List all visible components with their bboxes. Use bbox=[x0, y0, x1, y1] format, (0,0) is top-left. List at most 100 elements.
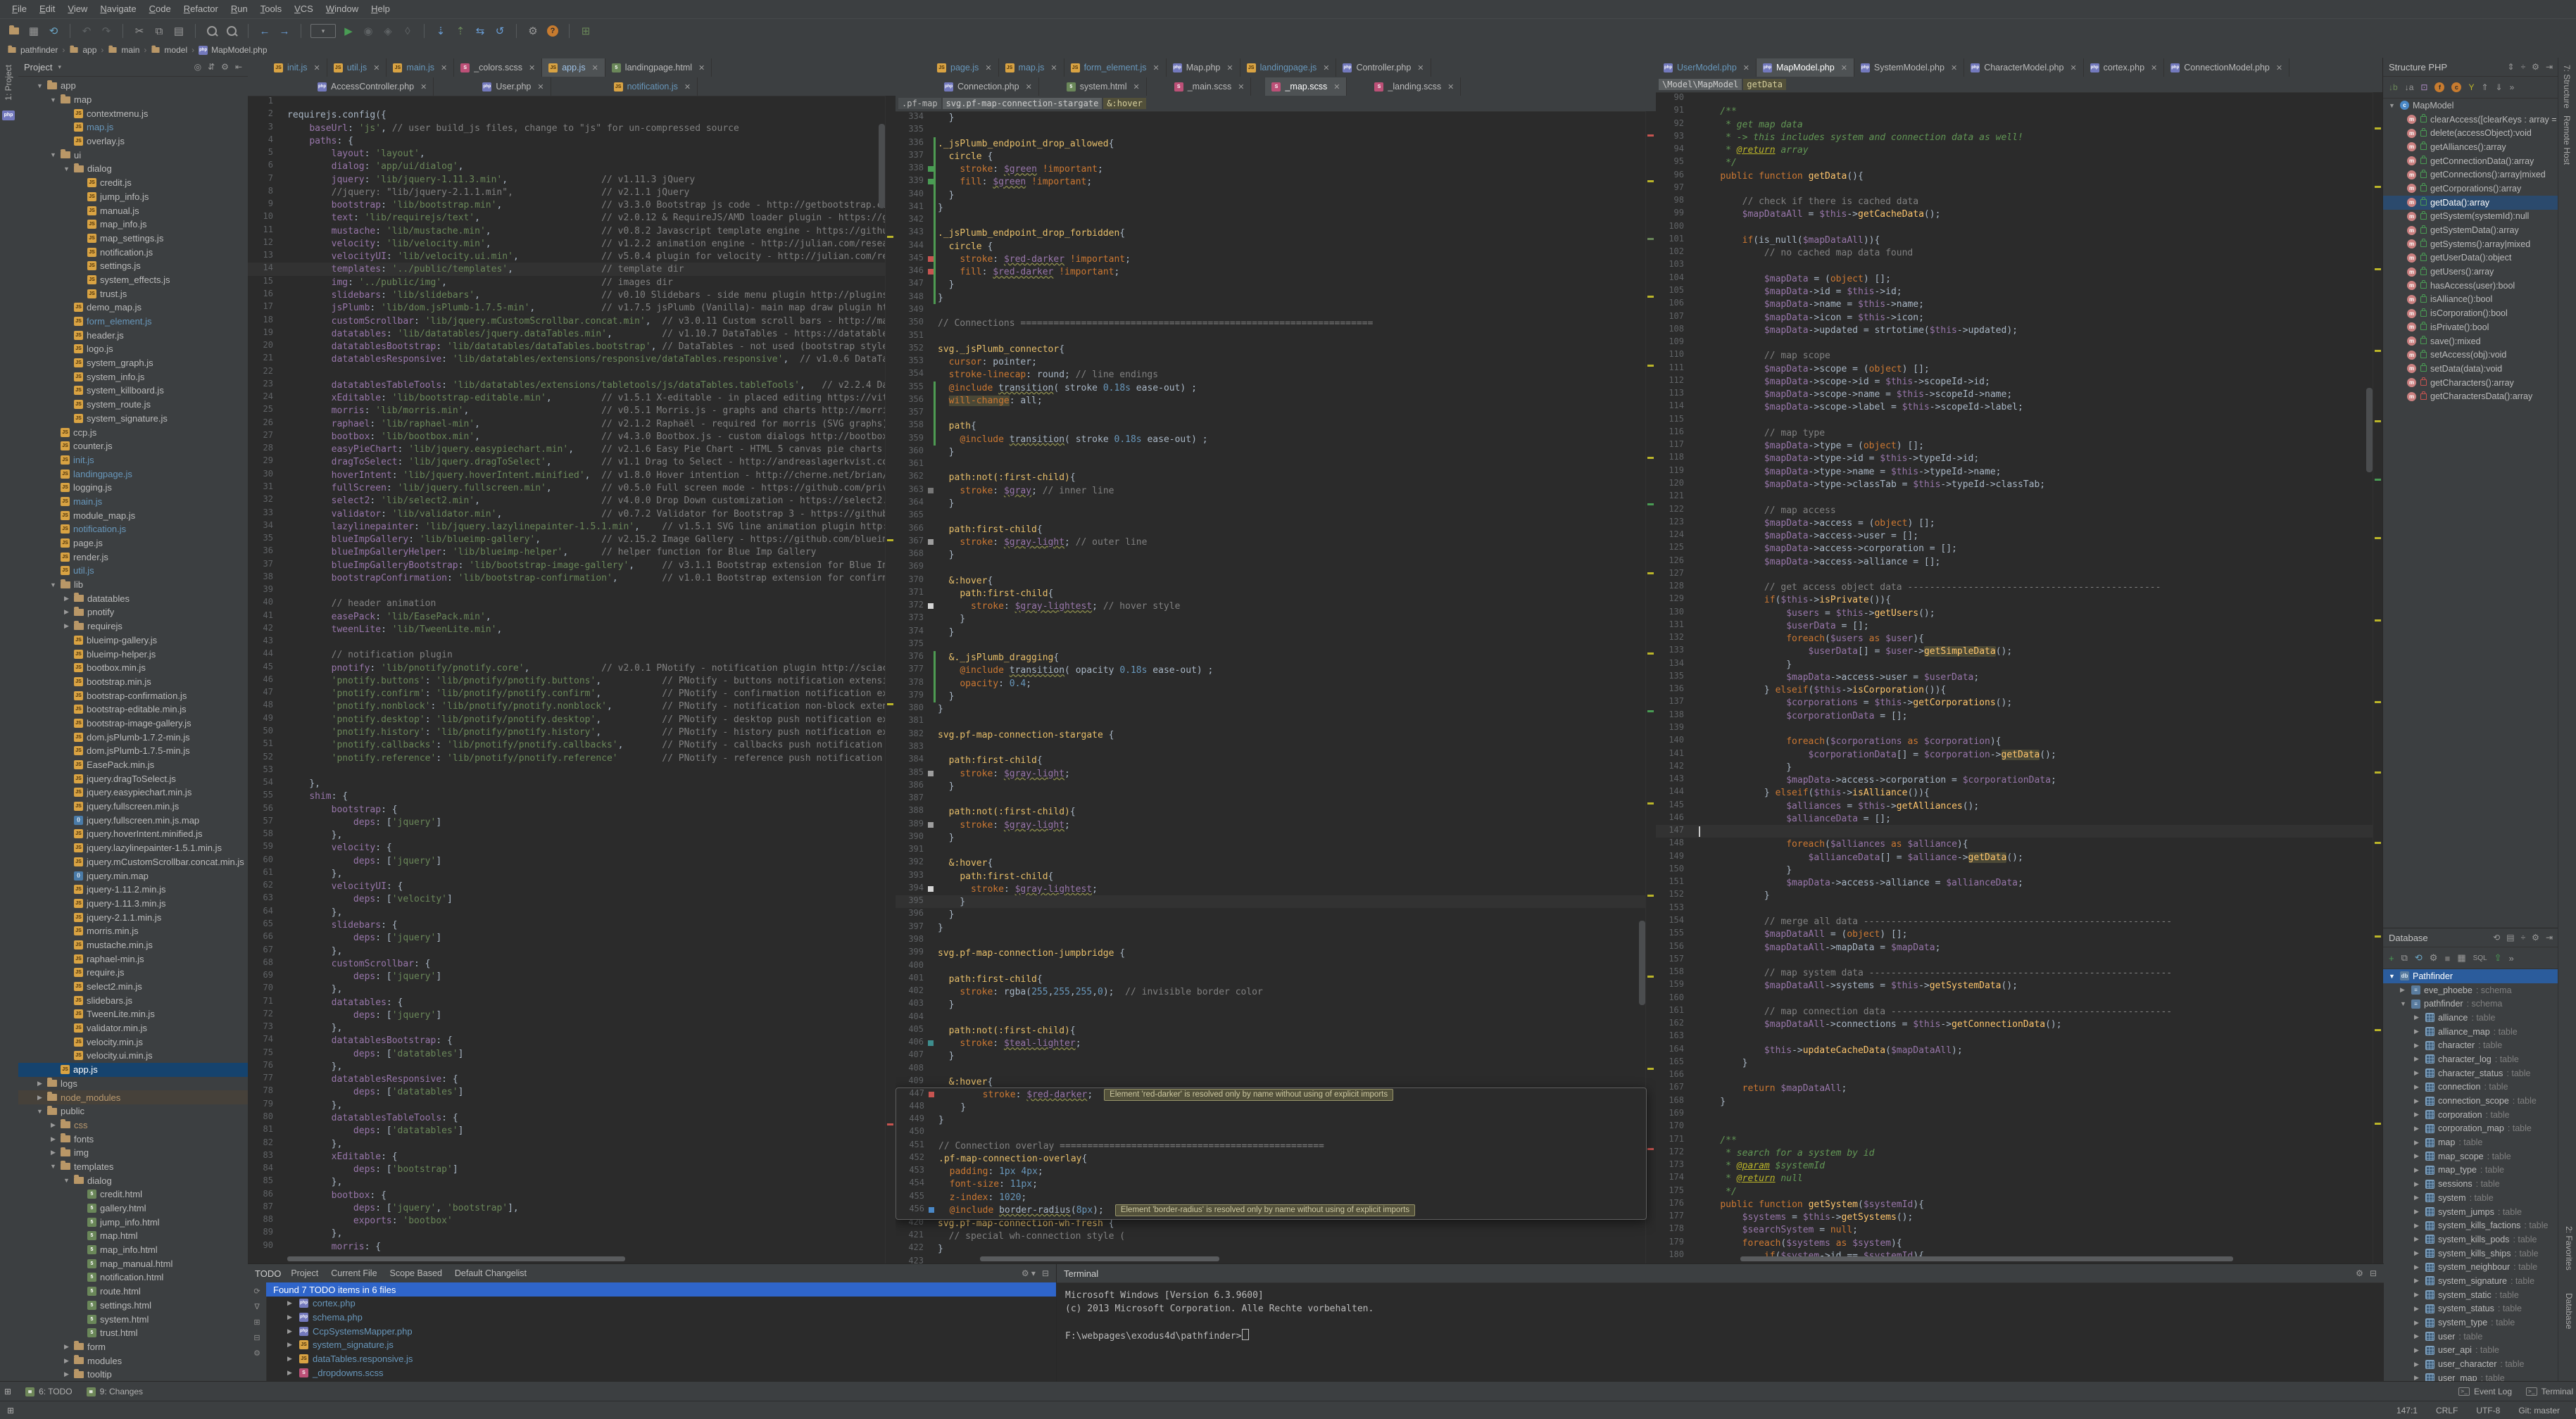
code-line[interactable]: 394 stroke: $gray-lightest; bbox=[896, 883, 1656, 895]
code-line[interactable]: 395 } bbox=[896, 895, 1656, 908]
code-line[interactable]: 178 $searchSystem = null; bbox=[1656, 1223, 2383, 1236]
toolwindow-button-6-todo[interactable]: ≣6: TODO bbox=[18, 1385, 80, 1399]
code-line[interactable]: 166 bbox=[1656, 1069, 2383, 1082]
code-line[interactable]: 370 &:hover{ bbox=[896, 574, 1656, 587]
close-tab-icon[interactable]: ✕ bbox=[2070, 63, 2076, 72]
code-line[interactable]: 421 // special wh-connection style ( bbox=[896, 1230, 1656, 1242]
tree-item-trust-js[interactable]: JStrust.js bbox=[18, 286, 248, 301]
tab-_landing-scss[interactable]: S_landing.scss✕ bbox=[1368, 77, 1461, 96]
code-line[interactable]: 165 } bbox=[1656, 1057, 2383, 1069]
horizontal-scrollbar[interactable] bbox=[980, 1256, 1219, 1261]
code-line[interactable]: 138 $corporationData = []; bbox=[1656, 710, 2383, 722]
todo-tab-default-changelist[interactable]: Default Changelist bbox=[455, 1268, 527, 1278]
toolwindow-button-2-favorites[interactable]: 2: Favorites bbox=[2564, 1226, 2574, 1270]
code-line[interactable]: 56 bootstrap: { bbox=[248, 803, 896, 816]
structure-toolbar-icon[interactable]: ↓a bbox=[2405, 82, 2414, 92]
structure-method-getAlliances[interactable]: mgetAlliances():array bbox=[2383, 140, 2558, 154]
tree-item-bootstrap-confirmation-js[interactable]: JSbootstrap-confirmation.js bbox=[18, 688, 248, 702]
code-line[interactable]: 401 path:first-child{ bbox=[896, 973, 1656, 985]
todo-file-cortex-php[interactable]: ▶phpcortex.php bbox=[266, 1297, 1056, 1311]
tree-item-morris-min-js[interactable]: JSmorris.min.js bbox=[18, 924, 248, 938]
code-line[interactable]: 60 deps: ['jquery'] bbox=[248, 854, 896, 867]
database-table-user_character[interactable]: ▶user_character: table bbox=[2383, 1357, 2558, 1371]
code-line[interactable]: 150 } bbox=[1656, 864, 2383, 876]
code-line[interactable]: 169 bbox=[1656, 1108, 2383, 1121]
code-line[interactable]: 100 bbox=[1656, 221, 2383, 234]
tree-item-page-js[interactable]: JSpage.js bbox=[18, 536, 248, 550]
code-line[interactable]: 140 foreach($corporations as $corporatio… bbox=[1656, 735, 2383, 748]
code-line[interactable]: 7 jquery: 'lib/jquery-1.11.3.min', // v1… bbox=[248, 173, 896, 186]
structure-method-getCharacters[interactable]: mgetCharacters():array bbox=[2383, 376, 2558, 390]
menu-refactor[interactable]: Refactor bbox=[177, 0, 225, 18]
code-line[interactable]: 91 /** bbox=[1656, 105, 2383, 118]
tab-util-js[interactable]: JSutil.js✕ bbox=[327, 58, 387, 77]
error-stripe[interactable] bbox=[1645, 111, 1656, 1263]
close-tab-icon[interactable]: ✕ bbox=[2276, 63, 2282, 72]
code-line[interactable]: 339 fill: $green !important; bbox=[896, 175, 1656, 188]
code-line[interactable]: 109 bbox=[1656, 336, 2383, 349]
tree-expanded-arrow-icon[interactable]: ▼ bbox=[49, 151, 57, 158]
code-line[interactable]: 175 */ bbox=[1656, 1185, 2383, 1198]
undo-icon[interactable]: ↶ bbox=[78, 23, 95, 39]
code-line[interactable]: 334 } bbox=[896, 111, 1656, 124]
database-table-character_log[interactable]: ▶character_log: table bbox=[2383, 1052, 2558, 1066]
code-line[interactable]: 125 $mapData->access->corporation = []; bbox=[1656, 542, 2383, 555]
tree-item-system_graph-js[interactable]: JSsystem_graph.js bbox=[18, 356, 248, 370]
code-line[interactable]: 404 bbox=[896, 1011, 1656, 1024]
todo-toolbar-icon[interactable]: ⊞ bbox=[253, 1318, 260, 1327]
code-line[interactable]: 12 velocity: 'lib/velocity.min', // v1.2… bbox=[248, 237, 896, 250]
todo-toolbar-icon[interactable]: ⊟ bbox=[253, 1333, 260, 1342]
horizontal-scrollbar[interactable] bbox=[1740, 1256, 2233, 1261]
code-line[interactable]: 135 $mapData->access->user = $userData; bbox=[1656, 671, 2383, 683]
code-line[interactable]: 385 stroke: $gray-light; bbox=[896, 767, 1656, 780]
tree-item-velocity-ui-min-js[interactable]: JSvelocity.ui.min.js bbox=[18, 1049, 248, 1063]
code-line[interactable]: 23 datatablesTableTools: 'lib/datatables… bbox=[248, 379, 896, 391]
code-line[interactable]: 349 bbox=[896, 304, 1656, 317]
tree-collapsed-arrow-icon[interactable]: ▶ bbox=[63, 622, 70, 630]
toolwindow-button-terminal[interactable]: >_Terminal bbox=[2519, 1385, 2576, 1399]
tree-item-system-html[interactable]: 5system.html bbox=[18, 1312, 248, 1326]
database-table-system_static[interactable]: ▶system_static: table bbox=[2383, 1288, 2558, 1302]
gear-icon[interactable]: ⚙ bbox=[2356, 1268, 2363, 1278]
tree-collapsed-arrow-icon[interactable]: ▶ bbox=[36, 1094, 44, 1102]
project-panel-title[interactable]: Project bbox=[24, 62, 52, 72]
code-line[interactable]: 74 datatablesBootstrap: { bbox=[248, 1034, 896, 1047]
code-line[interactable]: 369 bbox=[896, 561, 1656, 574]
tab-MapModel-php[interactable]: phpMapModel.php✕ bbox=[1757, 58, 1854, 77]
code-line[interactable]: 357 bbox=[896, 407, 1656, 420]
tree-item-system_killboard-js[interactable]: JSsystem_killboard.js bbox=[18, 384, 248, 398]
breadcrumb-item[interactable]: main bbox=[108, 45, 139, 55]
close-tab-icon[interactable]: ✕ bbox=[373, 63, 379, 72]
tab-CharacterModel-php[interactable]: phpCharacterModel.php✕ bbox=[1964, 58, 2083, 77]
code-line[interactable]: 36 blueImpGalleryHelper: 'lib/blueimp-he… bbox=[248, 545, 896, 558]
code-line[interactable]: 396 } bbox=[896, 908, 1656, 921]
structure-method-isPrivate[interactable]: misPrivate():bool bbox=[2383, 320, 2558, 334]
menu-view[interactable]: View bbox=[61, 0, 94, 18]
close-tab-icon[interactable]: ✕ bbox=[1133, 82, 1139, 92]
settings-icon[interactable]: ⚙ bbox=[524, 23, 541, 39]
code-line[interactable]: 386 } bbox=[896, 780, 1656, 793]
code-line[interactable]: 348} bbox=[896, 291, 1656, 304]
structure-method-getCorporations[interactable]: mgetCorporations():array bbox=[2383, 182, 2558, 196]
code-line[interactable]: 18 customScrollbar: 'lib/jquery.mCustomS… bbox=[248, 315, 896, 327]
code-line[interactable]: 78 deps: ['datatables'] bbox=[248, 1085, 896, 1098]
tree-item-jquery-2-1-1-min-js[interactable]: JSjquery-2.1.1.min.js bbox=[18, 910, 248, 924]
code-line[interactable]: 151 $mapData->access->alliance = $allian… bbox=[1656, 876, 2383, 889]
code-line[interactable]: 382svg.pf-map-connection-stargate { bbox=[896, 729, 1656, 741]
database-toolbar-icon[interactable]: SQL bbox=[2473, 954, 2487, 962]
code-line[interactable]: 365 bbox=[896, 510, 1656, 522]
tab-main-js[interactable]: JSmain.js✕ bbox=[387, 58, 454, 77]
code-line[interactable]: 89 }, bbox=[248, 1227, 896, 1240]
code-line[interactable]: 48 'pnotify.nonblock': 'lib/pnotify/pnot… bbox=[248, 700, 896, 712]
code-line[interactable]: 111 $mapData->scope = (object) []; bbox=[1656, 362, 2383, 375]
code-line[interactable]: 338 stroke: $green !important; bbox=[896, 163, 1656, 175]
code-line[interactable]: 17 jsPlumb: 'lib/dom.jsPlumb-1.7.5-min',… bbox=[248, 301, 896, 314]
code-line[interactable]: 52 'pnotify.reference': 'lib/pnotify/pno… bbox=[248, 752, 896, 764]
code-line[interactable]: 86 bootbox: { bbox=[248, 1189, 896, 1202]
tab-Controller-php[interactable]: phpController.php✕ bbox=[1336, 58, 1431, 77]
tree-item-credit-html[interactable]: 5credit.html bbox=[18, 1187, 248, 1202]
code-line[interactable]: 77 datatablesResponsive: { bbox=[248, 1073, 896, 1085]
tree-item-jquery-dragToSelect-js[interactable]: JSjquery.dragToSelect.js bbox=[18, 771, 248, 786]
tree-item-css[interactable]: ▶css bbox=[18, 1118, 248, 1133]
close-tab-icon[interactable]: ✕ bbox=[1050, 63, 1057, 72]
